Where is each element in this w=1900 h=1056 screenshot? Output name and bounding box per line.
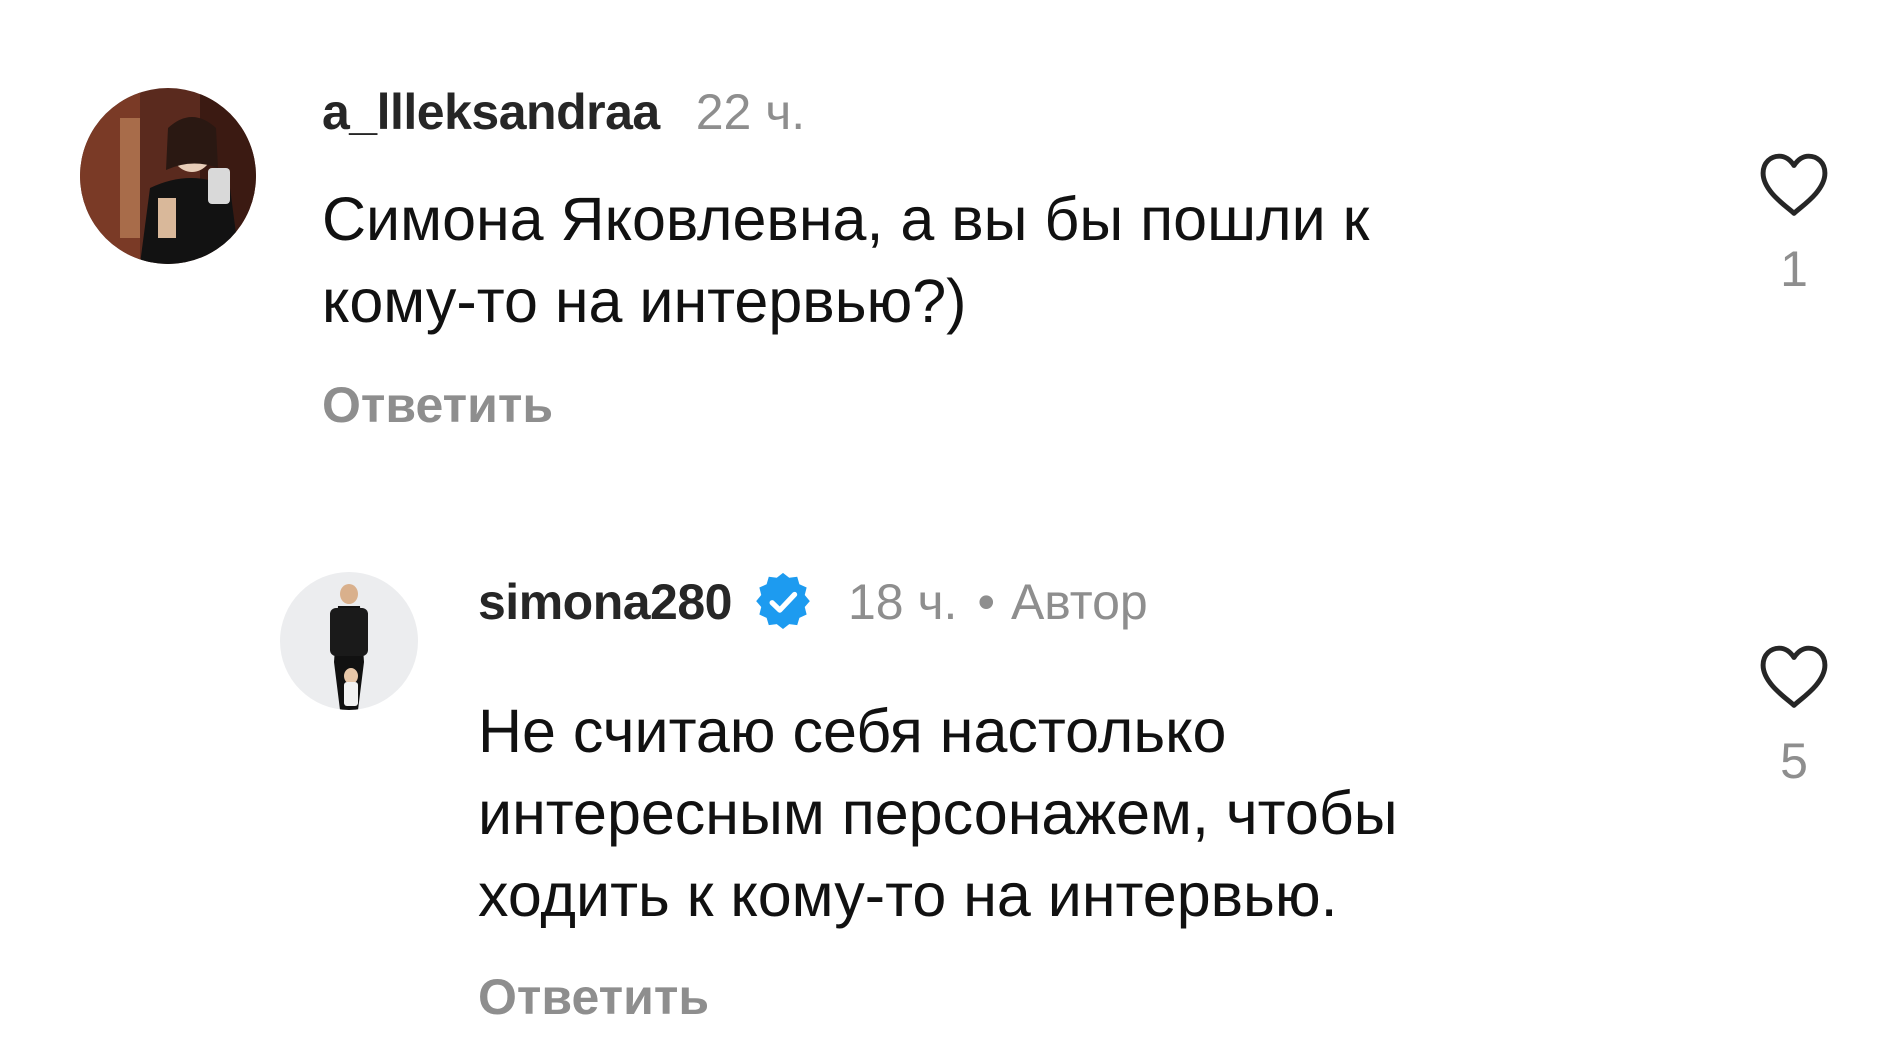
avatar[interactable] xyxy=(280,572,418,710)
timestamp: 18 ч. xyxy=(847,574,958,630)
username[interactable]: a_llleksandraa xyxy=(322,83,660,141)
comment-meta: a_llleksandraa 22 ч. xyxy=(322,82,805,142)
reply-button[interactable]: Ответить xyxy=(322,376,553,434)
comment-1: a_llleksandraa 22 ч. Симона Яковлевна, а… xyxy=(0,0,1900,480)
comment-text: Не считаю себя настолько интересным перс… xyxy=(478,697,1398,929)
verified-badge-icon xyxy=(754,573,812,631)
avatar[interactable] xyxy=(80,88,256,264)
avatar-photo xyxy=(80,88,256,264)
separator-dot: • xyxy=(977,574,995,630)
timestamp: 22 ч. xyxy=(695,84,806,140)
reply-button[interactable]: Ответить xyxy=(478,968,709,1026)
heart-outline-icon xyxy=(1760,153,1828,216)
like-button[interactable]: 1 xyxy=(1734,150,1854,298)
comment-meta: simona280 18 ч. • Автор xyxy=(478,572,1148,632)
author-label: Автор xyxy=(1010,574,1148,630)
avatar-photo xyxy=(280,572,418,710)
username[interactable]: simona280 xyxy=(478,573,732,631)
like-count: 5 xyxy=(1780,733,1808,789)
comment-2: simona280 18 ч. • Автор Не считаю себя н… xyxy=(0,480,1900,1056)
comment-text: Симона Яковлевна, а вы бы пошли к кому-т… xyxy=(322,185,1370,335)
like-count: 1 xyxy=(1780,241,1808,297)
like-button[interactable]: 5 xyxy=(1734,642,1854,790)
heart-outline-icon xyxy=(1760,645,1828,708)
